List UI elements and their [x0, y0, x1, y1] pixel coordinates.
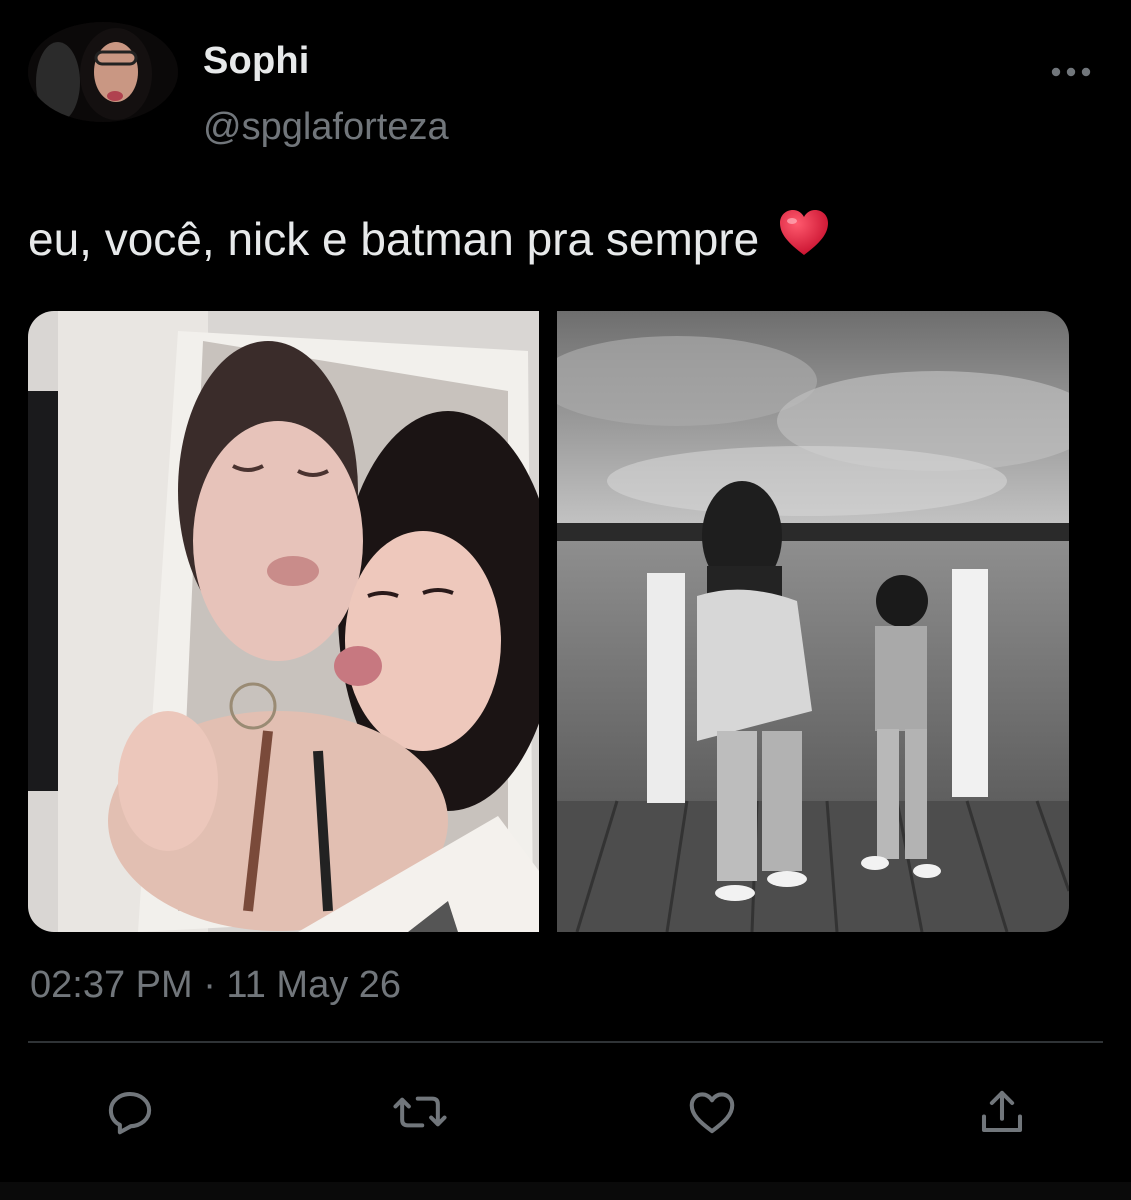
reply-icon [108, 1091, 152, 1135]
divider [28, 1041, 1103, 1043]
more-icon [1051, 67, 1091, 77]
share-icon [981, 1090, 1023, 1133]
display-name[interactable]: Sophi [203, 40, 310, 83]
tweet: Sophi @spglaforteza eu, você, nick e bat… [0, 0, 1131, 1200]
more-options-button[interactable] [1046, 54, 1096, 90]
bottom-bar [0, 1182, 1131, 1200]
reply-button[interactable] [100, 1082, 160, 1142]
media-photo-1[interactable] [28, 311, 539, 932]
tweet-timestamp[interactable]: 02:37 PM · 11 May 26 [30, 964, 401, 1007]
photo-dock-lake-image [557, 311, 1069, 932]
share-button[interactable] [972, 1082, 1032, 1142]
retweet-icon [393, 1096, 447, 1128]
photo-two-girls-image [28, 311, 539, 932]
retweet-button[interactable] [390, 1082, 450, 1142]
tweet-text-body: eu, você, nick e batman pra sempre [28, 213, 760, 265]
avatar[interactable] [28, 22, 178, 122]
media-grid [28, 311, 1069, 932]
like-button[interactable] [682, 1082, 742, 1142]
handle[interactable]: @spglaforteza [203, 106, 449, 149]
tweet-text: eu, você, nick e batman pra sempre [28, 209, 830, 272]
heart-emoji-icon [778, 209, 830, 268]
media-photo-2[interactable] [557, 311, 1069, 932]
heart-icon [689, 1092, 735, 1134]
